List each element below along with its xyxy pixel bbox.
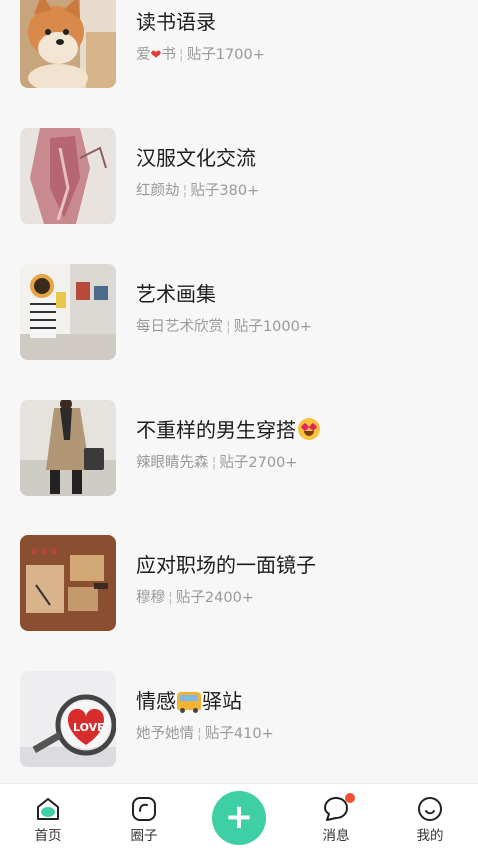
tab-home[interactable]: 首页 (0, 784, 96, 850)
group-title: 不重样的男生穿搭 (136, 417, 320, 443)
group-post-count: 贴子2400+ (175, 590, 254, 606)
home-icon (34, 795, 62, 823)
profile-smile-icon (416, 795, 444, 823)
group-title: 应对职场的一面镜子 (136, 553, 316, 577)
heart-icon: ❤ (150, 48, 162, 63)
tab-mine[interactable]: 我的 (382, 784, 478, 850)
tab-messages-label: 消息 (322, 828, 350, 844)
list-item[interactable]: 不重样的男生穿搭 辣眼睛先森 ¦ 贴子2700+ (0, 400, 478, 496)
group-thumbnail-hanfu (20, 128, 116, 224)
group-title-text: 情感 (136, 689, 176, 713)
meta-separator: ¦ (182, 183, 188, 199)
group-thumbnail-fashion (20, 400, 116, 496)
circle-icon (130, 795, 158, 823)
group-title: 汉服文化交流 (136, 146, 256, 170)
group-thumbnail-art (20, 264, 116, 360)
meta-separator: ¦ (226, 319, 231, 335)
group-owner: 辣眼睛先森 (136, 455, 209, 471)
group-title: 读书语录 (136, 10, 216, 34)
list-item[interactable]: 汉服文化交流 红颜劫 ¦ 贴子380+ (0, 128, 478, 224)
group-owner: 穆穆 (136, 590, 165, 606)
group-owner-suffix: 书 (161, 47, 176, 63)
group-post-count: 贴子1000+ (233, 319, 312, 335)
star-struck-emoji-icon (298, 418, 320, 440)
tab-home-label: 首页 (34, 828, 62, 844)
group-meta: 穆穆 ¦ 贴子2400+ (136, 588, 254, 608)
group-meta: 红颜劫 ¦ 贴子380+ (136, 181, 259, 201)
meta-separator: ¦ (178, 47, 184, 63)
list-item[interactable]: 读书语录 爱❤书 ¦ 贴子1700+ (0, 0, 478, 88)
meta-separator: ¦ (197, 726, 202, 742)
meta-separator: ¦ (211, 455, 217, 471)
group-title: 情感 驿站 (136, 688, 242, 714)
tab-mine-label: 我的 (416, 828, 444, 844)
list-item[interactable]: 艺术画集 每日艺术欣赏 ¦ 贴子1000+ (0, 264, 478, 360)
list-item[interactable]: 应对职场的一面镜子 穆穆 ¦ 贴子2400+ (0, 535, 478, 631)
group-post-count: 贴子1700+ (186, 47, 265, 63)
group-post-count: 贴子380+ (190, 183, 260, 199)
list-item[interactable]: LOVE 情感 驿站 她予她情 ¦ 贴子410+ (0, 671, 478, 767)
group-owner: 她予她情 (136, 726, 194, 742)
group-owner: 每日艺术欣赏 (136, 319, 223, 335)
circle-list: 读书语录 爱❤书 ¦ 贴子1700+ 汉服文化交流 红颜劫 ¦ 贴子380+ 艺… (0, 0, 478, 783)
group-owner: 红颜劫 (136, 183, 180, 199)
group-thumbnail-love: LOVE (20, 671, 116, 767)
group-owner: 爱 (136, 47, 151, 63)
tab-messages[interactable]: 消息 (288, 784, 384, 850)
tab-circle-label: 圈子 (130, 828, 158, 844)
add-post-button[interactable]: + (212, 791, 266, 845)
group-title-text: 不重样的男生穿搭 (136, 418, 296, 442)
group-meta: 爱❤书 ¦ 贴子1700+ (136, 45, 265, 66)
group-meta: 她予她情 ¦ 贴子410+ (136, 724, 274, 744)
meta-separator: ¦ (168, 590, 173, 606)
group-thumbnail-dog (20, 0, 116, 88)
bus-emoji-icon (177, 692, 201, 713)
group-post-count: 贴子410+ (204, 726, 274, 742)
plus-icon: + (224, 797, 254, 837)
group-title-suffix: 驿站 (202, 689, 242, 713)
unread-badge (345, 793, 355, 803)
group-title: 艺术画集 (136, 282, 216, 306)
group-post-count: 贴子2700+ (219, 455, 298, 471)
group-meta: 每日艺术欣赏 ¦ 贴子1000+ (136, 317, 312, 337)
tab-circle[interactable]: 圈子 (96, 784, 192, 850)
svg-text:LOVE: LOVE (73, 721, 105, 734)
group-thumbnail-workplace (20, 535, 116, 631)
group-meta: 辣眼睛先森 ¦ 贴子2700+ (136, 453, 297, 473)
